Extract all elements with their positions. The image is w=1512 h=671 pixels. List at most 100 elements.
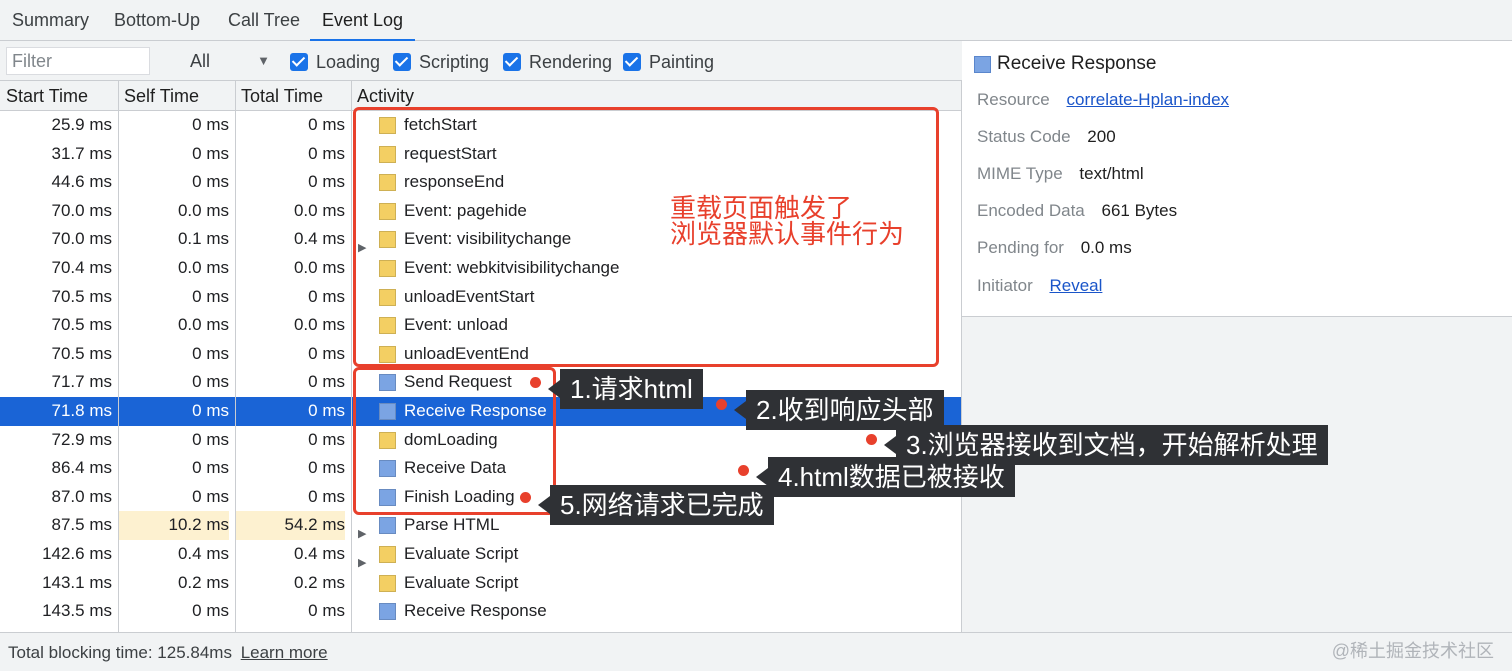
duration-filter-value: All bbox=[190, 51, 211, 71]
annotation-step4: 4.html数据已被接收 bbox=[756, 457, 1015, 497]
start-time-cell: 71.8 ms bbox=[51, 400, 112, 420]
details-title-text: Receive Response bbox=[997, 53, 1157, 74]
column-header-start-time[interactable]: Start Time bbox=[0, 81, 88, 111]
total-time-cell: 54.2 ms bbox=[236, 511, 345, 540]
initiator-reveal-link[interactable]: Reveal bbox=[1049, 276, 1102, 295]
start-time-cell: 70.5 ms bbox=[51, 315, 112, 335]
self-time-cell: 0 ms bbox=[192, 601, 229, 621]
checkbox-label: Rendering bbox=[529, 51, 613, 72]
detail-resource: Resource correlate-Hplan-index bbox=[977, 90, 1229, 110]
self-time-cell: 0.0 ms bbox=[177, 200, 229, 220]
column-divider bbox=[118, 81, 119, 632]
detail-value: text/html bbox=[1079, 164, 1144, 183]
start-time-cell: 72.9 ms bbox=[51, 429, 112, 449]
activity-cell: Receive Response bbox=[358, 597, 958, 626]
self-time-cell: 0.4 ms bbox=[177, 543, 229, 563]
start-time-cell: 70.4 ms bbox=[51, 257, 112, 277]
detail-value: 200 bbox=[1087, 127, 1116, 146]
self-time-cell: 0 ms bbox=[192, 286, 229, 306]
total-time-cell: 0.0 ms bbox=[293, 200, 345, 220]
annotation-step3-text: 3.浏览器接收到文档，开始解析处理 bbox=[906, 430, 1318, 460]
start-time-cell: 143.1 ms bbox=[42, 572, 112, 592]
category-color-swatch bbox=[379, 517, 396, 535]
detail-encoded-data: Encoded Data 661 Bytes bbox=[977, 201, 1177, 221]
tab-bottom-up[interactable]: Bottom-Up bbox=[114, 0, 200, 41]
duration-filter-select[interactable]: All ▼ bbox=[190, 47, 274, 75]
filter-toolbar: All ▼ Loading Scripting Rendering Painti… bbox=[0, 41, 962, 81]
activity-name: Parse HTML bbox=[404, 515, 500, 535]
checkbox-rendering[interactable]: Rendering bbox=[503, 51, 612, 73]
total-time-cell: 0 ms bbox=[308, 400, 345, 420]
learn-more-link[interactable]: Learn more bbox=[241, 643, 328, 662]
self-time-cell: 0 ms bbox=[192, 172, 229, 192]
total-time-cell: 0 ms bbox=[308, 486, 345, 506]
column-header-total-time[interactable]: Total Time bbox=[235, 81, 323, 111]
activity-name: Receive Response bbox=[404, 601, 547, 621]
detail-label: Initiator bbox=[977, 276, 1033, 295]
self-time-cell: 0 ms bbox=[192, 372, 229, 392]
total-time-cell: 0.0 ms bbox=[293, 257, 345, 277]
filter-input[interactable] bbox=[6, 47, 150, 75]
category-color-swatch bbox=[379, 603, 396, 621]
total-time-cell: 0 ms bbox=[308, 172, 345, 192]
column-divider bbox=[351, 81, 352, 632]
column-divider bbox=[235, 81, 236, 632]
checkbox-checked-icon bbox=[503, 53, 521, 71]
chevron-down-icon: ▼ bbox=[257, 53, 270, 68]
total-time-cell: 0 ms bbox=[308, 372, 345, 392]
annotation-dot bbox=[738, 465, 749, 476]
checkbox-checked-icon bbox=[290, 53, 308, 71]
start-time-cell: 143.5 ms bbox=[42, 601, 112, 621]
start-time-cell: 86.4 ms bbox=[51, 458, 112, 478]
start-time-cell: 71.7 ms bbox=[51, 372, 112, 392]
status-footer: Total blocking time: 125.84ms Learn more bbox=[0, 632, 1512, 671]
annotation-dot bbox=[530, 377, 541, 388]
table-row[interactable]: 142.6 ms 0.4 ms 0.4 ms ▶ Evaluate Script bbox=[0, 540, 961, 569]
tab-summary[interactable]: Summary bbox=[12, 0, 89, 41]
table-row[interactable]: 143.1 ms 0.2 ms 0.2 ms Evaluate Script bbox=[0, 569, 961, 598]
start-time-cell: 70.0 ms bbox=[51, 229, 112, 249]
start-time-cell: 87.0 ms bbox=[51, 486, 112, 506]
start-time-cell: 70.5 ms bbox=[51, 286, 112, 306]
checkbox-checked-icon bbox=[623, 53, 641, 71]
self-time-cell: 0 ms bbox=[192, 400, 229, 420]
checkbox-loading[interactable]: Loading bbox=[290, 51, 380, 73]
detail-mime-type: MIME Type text/html bbox=[977, 164, 1144, 184]
activity-name: Evaluate Script bbox=[404, 572, 519, 592]
detail-label: MIME Type bbox=[977, 164, 1063, 183]
total-time-cell: 0 ms bbox=[308, 429, 345, 449]
start-time-cell: 31.7 ms bbox=[51, 143, 112, 163]
start-time-cell: 25.9 ms bbox=[51, 115, 112, 134]
self-time-cell: 0.1 ms bbox=[177, 229, 229, 249]
table-row[interactable]: 143.5 ms 0 ms 0 ms Receive Response bbox=[0, 597, 961, 626]
checkbox-scripting[interactable]: Scripting bbox=[393, 51, 489, 73]
detail-label: Resource bbox=[977, 90, 1050, 109]
watermark: @稀土掘金技术社区 bbox=[1331, 641, 1494, 661]
start-time-cell: 70.5 ms bbox=[51, 343, 112, 363]
total-time-cell: 0.2 ms bbox=[293, 572, 345, 592]
checkbox-label: Loading bbox=[316, 51, 381, 72]
start-time-cell: 87.5 ms bbox=[51, 515, 112, 535]
table-row[interactable]: 87.5 ms 10.2 ms 54.2 ms ▶ Parse HTML bbox=[0, 511, 961, 540]
tab-call-tree[interactable]: Call Tree bbox=[228, 0, 300, 41]
annotation-step2-text: 2.收到响应头部 bbox=[756, 395, 934, 425]
start-time-cell: 70.0 ms bbox=[51, 200, 112, 220]
detail-label: Encoded Data bbox=[977, 201, 1085, 220]
resource-link[interactable]: correlate-Hplan-index bbox=[1067, 90, 1230, 109]
checkbox-painting[interactable]: Painting bbox=[623, 51, 714, 73]
self-time-cell: 0 ms bbox=[192, 343, 229, 363]
tab-event-log[interactable]: Event Log bbox=[309, 0, 416, 42]
total-time-cell: 0 ms bbox=[308, 458, 345, 478]
annotation-step4-text: 4.html数据已被接收 bbox=[778, 462, 1005, 492]
checkbox-label: Scripting bbox=[419, 51, 490, 72]
details-empty-area bbox=[962, 317, 1512, 632]
column-header-self-time[interactable]: Self Time bbox=[118, 81, 199, 111]
details-panel: Receive Response Resource correlate-Hpla… bbox=[962, 41, 1512, 317]
self-time-cell: 0 ms bbox=[192, 458, 229, 478]
details-title: Receive Response bbox=[974, 53, 1156, 75]
detail-label: Pending for bbox=[977, 238, 1064, 257]
start-time-cell: 142.6 ms bbox=[42, 543, 112, 563]
annotation-step1-text: 1.请求html bbox=[570, 374, 693, 404]
annotation-dot bbox=[866, 434, 877, 445]
detail-pending-for: Pending for 0.0 ms bbox=[977, 238, 1132, 258]
